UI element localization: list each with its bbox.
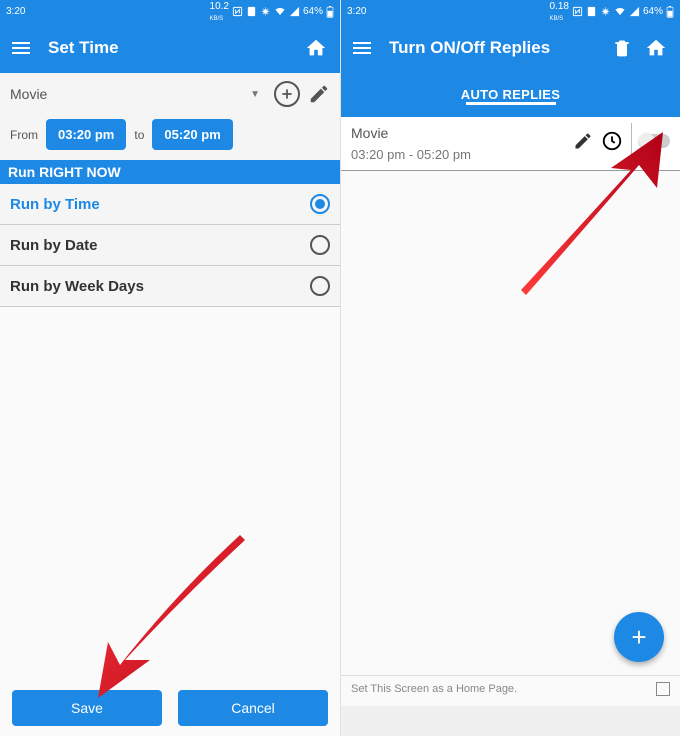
reply-item[interactable]: Movie 03:20 pm - 05:20 pm	[341, 117, 680, 171]
signal-icon	[289, 6, 300, 17]
battery-text: 64%	[303, 6, 323, 17]
dropdown-caret-icon: ▼	[250, 89, 260, 100]
delete-button[interactable]	[610, 36, 634, 60]
radio-unchecked-icon	[310, 235, 330, 255]
storage-icon	[586, 6, 597, 17]
right-screen: 3:20 0.18KB/S 64% Turn ON/Off Replies AU…	[340, 0, 680, 736]
status-bar: 3:20 0.18KB/S 64%	[341, 0, 680, 23]
option-label: Run by Date	[10, 237, 310, 254]
from-time-button[interactable]: 03:20 pm	[46, 119, 126, 150]
bug-icon	[600, 6, 611, 17]
app-bar: Turn ON/Off Replies	[341, 23, 680, 73]
add-reply-fab[interactable]: +	[614, 612, 664, 662]
battery-icon	[666, 6, 674, 18]
radio-checked-icon	[310, 194, 330, 214]
annotation-arrow	[80, 530, 260, 705]
bottom-bar	[341, 706, 680, 736]
from-label: From	[10, 128, 38, 142]
option-label: Run by Time	[10, 196, 310, 213]
status-time: 3:20	[6, 6, 25, 17]
left-screen: 3:20 10.2KB/S 64% Set Time Movie ▼	[0, 0, 340, 736]
add-profile-button[interactable]	[274, 81, 300, 107]
menu-button[interactable]	[12, 39, 30, 57]
net-speed: 0.18KB/S	[550, 1, 569, 23]
option-run-by-week[interactable]: Run by Week Days	[0, 266, 340, 307]
net-speed: 10.2KB/S	[210, 1, 229, 23]
to-time-button[interactable]: 05:20 pm	[152, 119, 232, 150]
battery-icon	[326, 6, 334, 18]
page-title: Turn ON/Off Replies	[389, 38, 600, 58]
edit-reply-button[interactable]	[573, 131, 593, 151]
battery-text: 64%	[643, 6, 663, 17]
radio-unchecked-icon	[310, 276, 330, 296]
plus-icon: +	[631, 622, 646, 653]
tab-label: AUTO REPLIES	[461, 87, 560, 102]
home-page-row: Set This Screen as a Home Page.	[341, 675, 680, 702]
wifi-icon	[274, 6, 286, 17]
tab-underline	[466, 102, 556, 105]
reply-toggle[interactable]	[640, 134, 670, 148]
edit-profile-button[interactable]	[308, 83, 330, 105]
clock-icon	[601, 130, 623, 152]
menu-button[interactable]	[353, 39, 371, 57]
home-page-checkbox[interactable]	[656, 682, 670, 696]
divider	[631, 123, 632, 159]
time-row: From 03:20 pm to 05:20 pm	[0, 111, 340, 160]
dropdown-row: Movie ▼	[0, 73, 340, 111]
option-run-by-time[interactable]: Run by Time	[0, 184, 340, 225]
status-bar: 3:20 10.2KB/S 64%	[0, 0, 340, 23]
option-run-by-date[interactable]: Run by Date	[0, 225, 340, 266]
option-label: Run by Week Days	[10, 278, 310, 295]
storage-icon	[246, 6, 257, 17]
reply-controls	[573, 123, 670, 159]
tab-header[interactable]: AUTO REPLIES	[341, 73, 680, 117]
run-now-banner[interactable]: Run RIGHT NOW	[0, 160, 340, 184]
wifi-icon	[614, 6, 626, 17]
home-button[interactable]	[644, 36, 668, 60]
status-right: 10.2KB/S 64%	[210, 1, 334, 23]
home-page-label: Set This Screen as a Home Page.	[351, 683, 517, 695]
home-button[interactable]	[304, 36, 328, 60]
save-button[interactable]: Save	[12, 690, 162, 726]
nfc-icon	[572, 6, 583, 17]
status-time: 3:20	[347, 6, 366, 17]
app-bar: Set Time	[0, 23, 340, 73]
signal-icon	[629, 6, 640, 17]
nfc-icon	[232, 6, 243, 17]
button-row: Save Cancel	[0, 690, 340, 726]
dropdown-value: Movie	[10, 86, 47, 102]
profile-dropdown[interactable]: Movie ▼	[10, 86, 266, 102]
to-label: to	[134, 128, 144, 142]
page-title: Set Time	[48, 38, 294, 58]
status-right: 0.18KB/S 64%	[550, 1, 674, 23]
bug-icon	[260, 6, 271, 17]
cancel-button[interactable]: Cancel	[178, 690, 328, 726]
